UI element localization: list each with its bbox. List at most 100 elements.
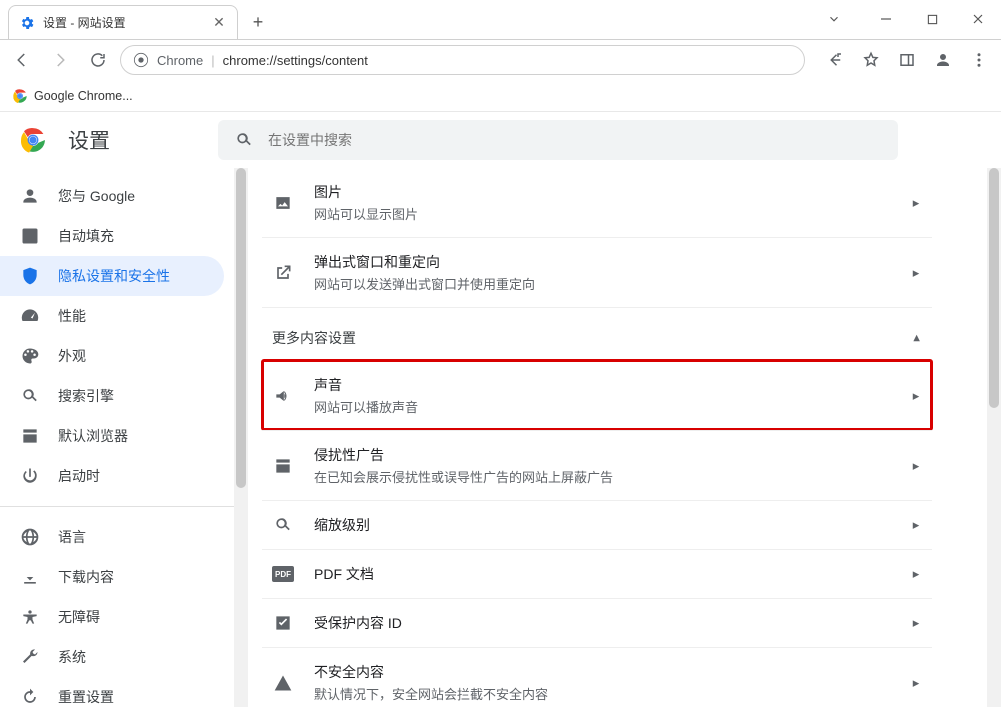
toolbar: Chrome | chrome://settings/content (0, 40, 1001, 80)
bookmark-star-icon[interactable] (855, 44, 887, 76)
sidebar-item-label: 性能 (58, 306, 86, 326)
settings-sidebar: 您与 Google 自动填充 隐私设置和安全性 性能 外观 搜索引擎 默认浏览器… (0, 168, 234, 707)
sidebar-item-label: 默认浏览器 (58, 426, 128, 446)
content-row-sound[interactable]: 声音网站可以播放声音 ▸ (262, 360, 932, 430)
sidebar-item-languages[interactable]: 语言 (0, 517, 224, 557)
person-icon (20, 186, 40, 206)
sidebar-item-search-engine[interactable]: 搜索引擎 (0, 376, 224, 416)
bookmark-item[interactable]: Google Chrome... (12, 88, 133, 104)
share-icon[interactable] (819, 44, 851, 76)
section-title: 更多内容设置 (272, 328, 356, 348)
scrollbar-thumb[interactable] (989, 168, 999, 408)
content-row-popups[interactable]: 弹出式窗口和重定向网站可以发送弹出式窗口并使用重定向 ▸ (262, 237, 932, 307)
close-window-button[interactable] (955, 0, 1001, 39)
row-title: 缩放级别 (314, 515, 888, 535)
sidebar-item-default-browser[interactable]: 默认浏览器 (0, 416, 224, 456)
new-tab-button[interactable]: + (244, 8, 272, 36)
address-url: chrome://settings/content (223, 53, 368, 68)
scrollbar-thumb[interactable] (236, 168, 246, 488)
row-title: 弹出式窗口和重定向 (314, 252, 888, 272)
row-subtitle: 网站可以显示图片 (314, 204, 888, 223)
address-prefix: Chrome (157, 53, 203, 68)
reset-icon (20, 687, 40, 707)
back-button[interactable] (6, 44, 38, 76)
sidebar-item-label: 自动填充 (58, 226, 114, 246)
content-row-protected-content[interactable]: 受保护内容 ID ▸ (262, 598, 932, 647)
profile-avatar-icon[interactable] (927, 44, 959, 76)
bookmarks-bar: Google Chrome... (0, 80, 1001, 112)
power-icon (20, 466, 40, 486)
accessibility-icon (20, 607, 40, 627)
forward-button[interactable] (44, 44, 76, 76)
window-icon (20, 426, 40, 446)
window-icon (272, 456, 294, 476)
sidebar-item-performance[interactable]: 性能 (0, 296, 224, 336)
chrome-logo-icon (133, 52, 149, 68)
content-row-images[interactable]: 图片网站可以显示图片 ▸ (262, 168, 932, 237)
row-title: 声音 (314, 375, 888, 395)
maximize-button[interactable] (909, 0, 955, 39)
content-row-zoom[interactable]: 缩放级别 ▸ (262, 500, 932, 549)
row-title: 图片 (314, 182, 888, 202)
form-icon (20, 226, 40, 246)
sidebar-item-autofill[interactable]: 自动填充 (0, 216, 224, 256)
settings-search[interactable] (218, 120, 898, 160)
sidebar-item-label: 外观 (58, 346, 86, 366)
sidebar-item-reset[interactable]: 重置设置 (0, 677, 224, 707)
sidebar-item-on-startup[interactable]: 启动时 (0, 456, 224, 496)
minimize-button[interactable] (863, 0, 909, 39)
sidebar-item-privacy-security[interactable]: 隐私设置和安全性 (0, 256, 224, 296)
content-row-insecure-content[interactable]: 不安全内容默认情况下，安全网站会拦截不安全内容 ▸ (262, 647, 932, 707)
chrome-logo-icon (20, 127, 46, 153)
sidebar-item-accessibility[interactable]: 无障碍 (0, 597, 224, 637)
bookmark-label: Google Chrome... (34, 89, 133, 103)
sidebar-item-label: 搜索引擎 (58, 386, 114, 406)
close-icon[interactable]: ✕ (211, 15, 227, 31)
row-subtitle: 在已知会展示侵扰性或误导性广告的网站上屏蔽广告 (314, 467, 888, 486)
chevron-down-icon[interactable] (811, 0, 857, 39)
chevron-up-icon: ▸ (908, 330, 924, 346)
row-subtitle: 默认情况下，安全网站会拦截不安全内容 (314, 684, 888, 703)
page-title: 设置 (68, 125, 110, 155)
more-content-settings-heading[interactable]: 更多内容设置 ▸ (262, 307, 932, 360)
open-new-icon (272, 263, 294, 283)
content-row-pdf[interactable]: PDF PDF 文档 ▸ (262, 549, 932, 598)
reload-button[interactable] (82, 44, 114, 76)
chrome-icon (12, 88, 28, 104)
row-title: PDF 文档 (314, 564, 888, 584)
separator: | (211, 53, 214, 68)
download-icon (20, 567, 40, 587)
address-bar[interactable]: Chrome | chrome://settings/content (120, 45, 805, 75)
sound-icon (272, 386, 294, 406)
chevron-right-icon: ▸ (908, 388, 924, 404)
row-title: 侵扰性广告 (314, 445, 888, 465)
row-title: 不安全内容 (314, 662, 888, 682)
sidebar-scrollbar[interactable] (234, 168, 248, 707)
globperfeccionando-icon (20, 527, 40, 547)
sidebar-item-downloads[interactable]: 下载内容 (0, 557, 224, 597)
content-row-intrusive-ads[interactable]: 侵扰性广告在已知会展示侵扰性或误导性广告的网站上屏蔽广告 ▸ (262, 430, 932, 500)
chevron-right-icon: ▸ (908, 615, 924, 631)
sidebar-item-label: 语言 (58, 527, 86, 547)
sidebar-item-label: 系统 (58, 647, 86, 667)
main-scrollbar[interactable] (987, 168, 1001, 707)
sidebar-item-system[interactable]: 系统 (0, 637, 224, 677)
tab-title: 设置 - 网站设置 (43, 14, 203, 31)
sidebar-item-appearance[interactable]: 外观 (0, 336, 224, 376)
chevron-right-icon: ▸ (908, 675, 924, 691)
image-icon (272, 193, 294, 213)
browser-tab[interactable]: 设置 - 网站设置 ✕ (8, 5, 238, 39)
settings-main: 图片网站可以显示图片 ▸ 弹出式窗口和重定向网站可以发送弹出式窗口并使用重定向 … (248, 168, 987, 707)
chevron-right-icon: ▸ (908, 265, 924, 281)
pdf-icon: PDF (272, 566, 294, 582)
speed-icon (20, 306, 40, 326)
settings-search-input[interactable] (268, 132, 882, 148)
sidebar-item-label: 您与 Google (58, 186, 135, 206)
side-panel-icon[interactable] (891, 44, 923, 76)
search-icon (234, 130, 254, 150)
kebab-menu-icon[interactable] (963, 44, 995, 76)
sidebar-item-you-and-google[interactable]: 您与 Google (0, 176, 224, 216)
sidebar-item-label: 启动时 (58, 466, 100, 486)
sidebar-item-label: 无障碍 (58, 607, 100, 627)
sidebar-item-label: 重置设置 (58, 687, 114, 707)
